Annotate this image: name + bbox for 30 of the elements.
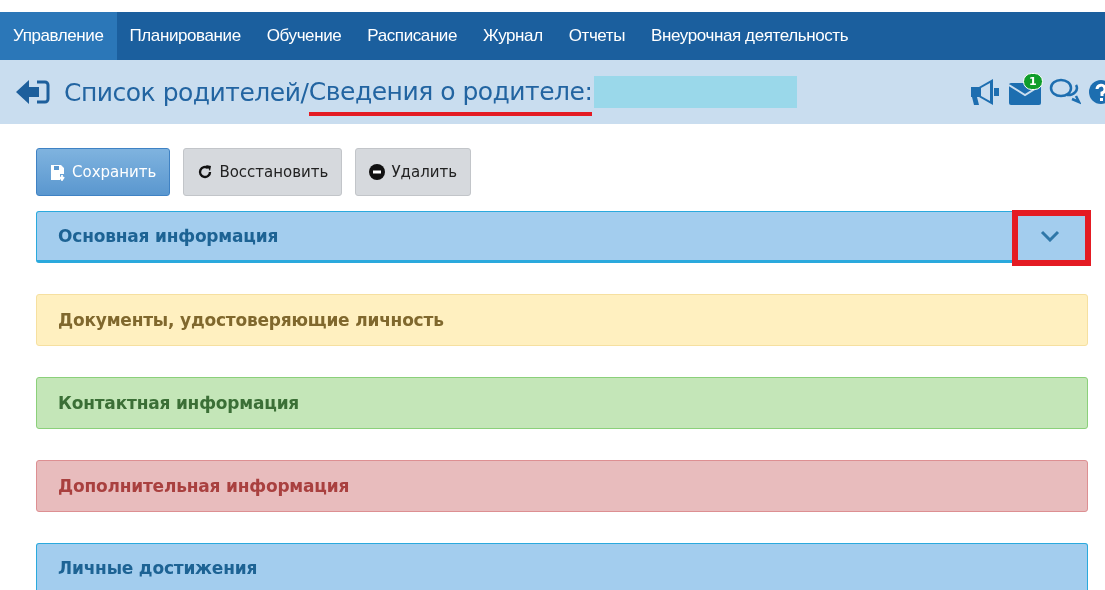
section-title: Личные достижения <box>58 558 258 578</box>
nav-tab[interactable]: Управление <box>0 12 117 60</box>
breadcrumb-link[interactable]: Список родителей <box>64 77 301 107</box>
section-title: Контактная информация <box>58 393 300 413</box>
page-title: Сведения о родителе: <box>308 76 593 108</box>
section-title: Основная информация <box>58 226 279 246</box>
minus-circle-icon <box>369 164 386 180</box>
delete-button[interactable]: Удалить <box>355 148 472 196</box>
refresh-icon <box>197 164 214 180</box>
section-header[interactable]: Документы, удостоверяющие личность <box>36 294 1088 346</box>
section-header[interactable]: Основная информация <box>36 211 1088 263</box>
section-header[interactable]: Личные достижения <box>36 543 1088 590</box>
chevron-down-icon <box>1039 230 1060 242</box>
nav-tab[interactable]: Планирование <box>116 12 254 60</box>
save-icon <box>50 163 66 181</box>
section-header[interactable]: Контактная информация <box>36 377 1088 429</box>
section-header[interactable]: Дополнительная информация <box>36 460 1088 512</box>
section-title: Документы, удостоверяющие личность <box>58 310 444 330</box>
restore-button[interactable]: Восстановить <box>183 148 343 196</box>
back-icon[interactable] <box>16 79 50 105</box>
breadcrumb-separator: / <box>300 77 309 107</box>
unread-badge: 1 <box>1023 73 1043 90</box>
section-title: Дополнительная информация <box>58 476 350 496</box>
nav-tab[interactable]: Внеурочная деятельность <box>638 12 862 60</box>
nav-tab[interactable]: Обучение <box>253 12 355 60</box>
nav-tab[interactable]: Расписание <box>354 12 471 60</box>
nav-tab[interactable]: Отчеты <box>555 12 639 60</box>
nav-tab[interactable]: Журнал <box>470 12 556 60</box>
chat-icon[interactable] <box>1049 78 1081 106</box>
help-icon[interactable] <box>1087 78 1105 106</box>
